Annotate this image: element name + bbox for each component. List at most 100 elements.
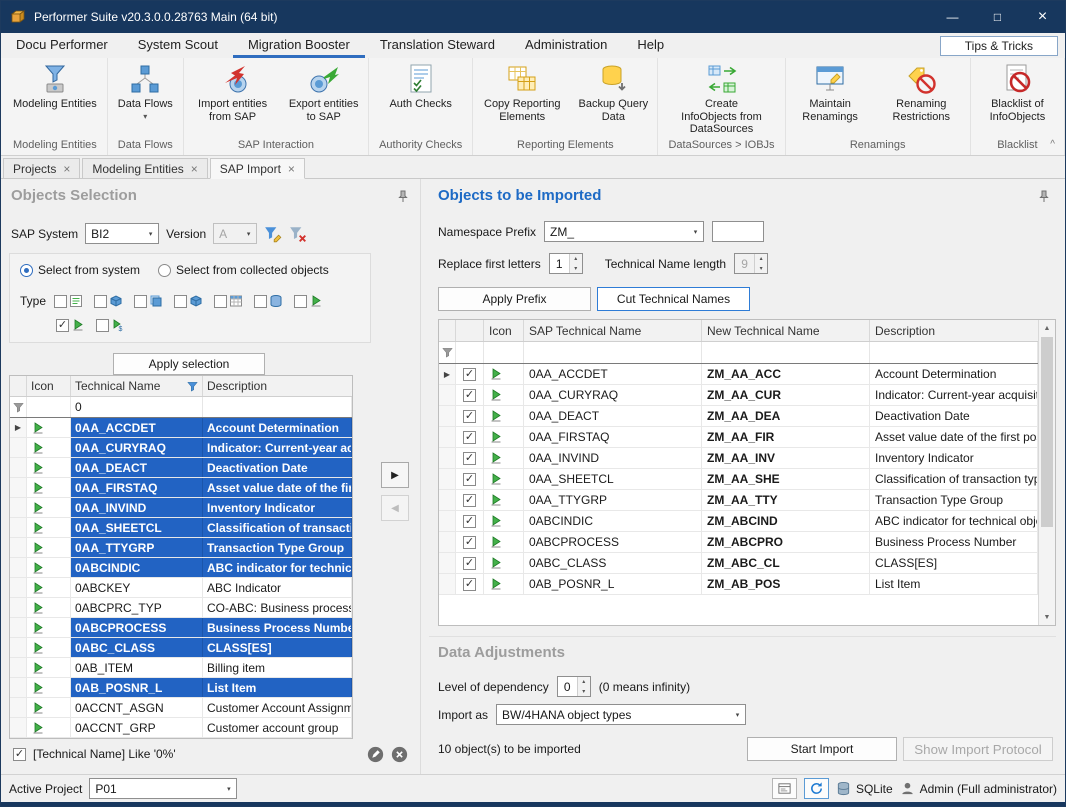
ribbon-item-create-infoobjects-from-datasources[interactable]: Create InfoObjects from DataSources	[675, 60, 769, 136]
description-cell[interactable]: Transaction Type Group	[203, 538, 352, 557]
sap-technical-name-cell[interactable]: 0ABCPROCESS	[524, 532, 702, 552]
sap-technical-name-cell[interactable]: 0AA_ACCDET	[524, 364, 702, 384]
dropdown-arrow-icon[interactable]: ▾	[143, 112, 147, 121]
type-checkbox[interactable]	[294, 295, 307, 308]
selection-table-row[interactable]: 0AA_DEACTDeactivation Date	[10, 458, 352, 478]
description-cell[interactable]: Transaction Type Group	[870, 490, 1038, 510]
cut-technical-names-button[interactable]: Cut Technical Names	[597, 287, 750, 311]
selection-table-row[interactable]: 0ACCNT_GRPCustomer account group	[10, 718, 352, 738]
tab-close-icon[interactable]: ×	[191, 162, 198, 176]
move-right-button[interactable]: ▶	[381, 462, 409, 488]
description-cell[interactable]: ABC indicator for technical object	[870, 511, 1038, 531]
clear-filter-icon[interactable]	[289, 225, 307, 243]
radio-select-from-system[interactable]: Select from system	[20, 263, 140, 277]
filter-name-cell[interactable]: 0	[71, 397, 203, 417]
description-cell[interactable]: Asset value date of the first...	[203, 478, 352, 497]
selection-table-row[interactable]: 0AA_INVINDInventory Indicator	[10, 498, 352, 518]
dependency-spinner[interactable]: 0 ▴▾	[557, 676, 591, 697]
selection-table-row[interactable]: 0AA_FIRSTAQAsset value date of the first…	[10, 478, 352, 498]
ribbon-item-export-entities-to-sap[interactable]: Export entities to SAP	[281, 60, 366, 136]
description-cell[interactable]: Classification of transaction t...	[203, 518, 352, 537]
ribbon-collapse-icon[interactable]: ^	[1050, 139, 1055, 150]
type-checkbox[interactable]	[54, 295, 67, 308]
selection-table-row[interactable]: 0AB_ITEMBilling item	[10, 658, 352, 678]
remove-filter-expression-icon[interactable]	[391, 746, 408, 763]
selection-table-row[interactable]: 0ABCKEYABC Indicator	[10, 578, 352, 598]
ribbon-item-auth-checks[interactable]: Auth Checks	[385, 60, 455, 136]
column-filter-icon[interactable]	[187, 381, 198, 392]
technical-name-cell[interactable]: 0ABCPROCESS	[71, 618, 203, 637]
type-option[interactable]	[56, 318, 85, 332]
import-table-row[interactable]: 0AA_CURYRAQZM_AA_CURIndicator: Current-y…	[439, 385, 1038, 406]
scroll-up-icon[interactable]: ▲	[1039, 320, 1055, 336]
description-cell[interactable]: Indicator: Current-year acquisiti...	[870, 385, 1038, 405]
technical-name-cell[interactable]: 0AA_SHEETCL	[71, 518, 203, 537]
description-cell[interactable]: Deactivation Date	[203, 458, 352, 477]
ribbon-item-import-entities-from-sap[interactable]: Import entities from SAP	[186, 60, 280, 136]
import-table-row[interactable]: 0AA_INVINDZM_AA_INVInventory Indicator	[439, 448, 1038, 469]
ribbon-item-maintain-renamings[interactable]: Maintain Renamings	[788, 60, 873, 136]
import-row-checkbox[interactable]	[463, 536, 476, 549]
technical-name-cell[interactable]: 0ABCINDIC	[71, 558, 203, 577]
type-checkbox[interactable]	[134, 295, 147, 308]
edit-filter-icon[interactable]	[264, 225, 282, 243]
new-technical-name-cell[interactable]: ZM_ABCPRO	[702, 532, 870, 552]
import-row-checkbox[interactable]	[463, 410, 476, 423]
selection-table-row[interactable]: 0ABC_CLASSCLASS[ES]	[10, 638, 352, 658]
technical-name-cell[interactable]: 0AB_ITEM	[71, 658, 203, 677]
import-filter-row[interactable]	[439, 342, 1038, 364]
spinner-down-icon[interactable]: ▾	[578, 687, 590, 697]
new-technical-name-cell[interactable]: ZM_AA_DEA	[702, 406, 870, 426]
selection-table-row[interactable]: 0ABCINDICABC indicator for technical o..…	[10, 558, 352, 578]
description-cell[interactable]: Inventory Indicator	[870, 448, 1038, 468]
import-table-row[interactable]: 0AA_SHEETCLZM_AA_SHEClassification of tr…	[439, 469, 1038, 490]
menu-item-translation-steward[interactable]: Translation Steward	[365, 33, 510, 58]
filter-cell[interactable]	[524, 342, 702, 363]
import-table-row[interactable]: 0ABCPROCESSZM_ABCPROBusiness Process Num…	[439, 532, 1038, 553]
technical-name-cell[interactable]: 0AA_ACCDET	[71, 418, 203, 437]
column-description[interactable]: Description	[203, 376, 352, 396]
import-table-row[interactable]: 0AA_DEACTZM_AA_DEADeactivation Date	[439, 406, 1038, 427]
ribbon-item-data-flows[interactable]: Data Flows▾	[113, 60, 177, 136]
pin-icon[interactable]	[1037, 189, 1051, 203]
vertical-scrollbar[interactable]: ▲ ▼	[1038, 320, 1055, 625]
import-table-row[interactable]: 0ABC_CLASSZM_ABC_CLCLASS[ES]	[439, 553, 1038, 574]
column-sap-technical-name[interactable]: SAP Technical Name	[524, 320, 702, 341]
sap-technical-name-cell[interactable]: 0AA_DEACT	[524, 406, 702, 426]
replace-letters-spinner[interactable]: 1 ▴▾	[549, 253, 583, 274]
import-table-row[interactable]: 0AA_FIRSTAQZM_AA_FIRAsset value date of …	[439, 427, 1038, 448]
type-option[interactable]	[134, 294, 163, 308]
new-technical-name-cell[interactable]: ZM_AA_ACC	[702, 364, 870, 384]
description-cell[interactable]: Business Process Number	[870, 532, 1038, 552]
import-row-checkbox[interactable]	[463, 515, 476, 528]
sap-technical-name-cell[interactable]: 0ABCINDIC	[524, 511, 702, 531]
tab-projects[interactable]: Projects×	[3, 158, 80, 179]
filter-cell[interactable]	[870, 342, 1038, 363]
technical-name-cell[interactable]: 0ABCPRC_TYP	[71, 598, 203, 617]
apply-selection-button[interactable]: Apply selection	[113, 353, 265, 375]
ribbon-item-blacklist-of-infoobjects[interactable]: Blacklist of InfoObjects	[973, 60, 1062, 136]
sap-technical-name-cell[interactable]: 0AA_CURYRAQ	[524, 385, 702, 405]
type-option[interactable]	[214, 294, 243, 308]
technical-name-cell[interactable]: 0AA_CURYRAQ	[71, 438, 203, 457]
type-option[interactable]	[254, 294, 283, 308]
log-window-button[interactable]	[772, 778, 797, 799]
technical-name-cell[interactable]: 0AB_POSNR_L	[71, 678, 203, 697]
description-cell[interactable]: Billing item	[203, 658, 352, 677]
selection-table-row[interactable]: 0ABCPRC_TYPCO-ABC: Business process t...	[10, 598, 352, 618]
technical-name-cell[interactable]: 0AA_TTYGRP	[71, 538, 203, 557]
type-checkbox[interactable]	[96, 319, 109, 332]
selection-table-row[interactable]: 0AA_CURYRAQIndicator: Current-year acqu.…	[10, 438, 352, 458]
import-table-row[interactable]: 0AA_TTYGRPZM_AA_TTYTransaction Type Grou…	[439, 490, 1038, 511]
version-combo[interactable]: A▾	[213, 223, 257, 244]
selection-table-row[interactable]: ▶0AA_ACCDETAccount Determination	[10, 418, 352, 438]
ribbon-item-backup-query-data[interactable]: Backup Query Data	[571, 60, 655, 136]
apply-prefix-button[interactable]: Apply Prefix	[438, 287, 591, 311]
spinner-up-icon[interactable]: ▴	[578, 677, 590, 687]
import-table-row[interactable]: 0ABCINDICZM_ABCINDABC indicator for tech…	[439, 511, 1038, 532]
sap-technical-name-cell[interactable]: 0AA_TTYGRP	[524, 490, 702, 510]
description-cell[interactable]: List Item	[870, 574, 1038, 594]
column-technical-name[interactable]: Technical Name	[71, 376, 203, 396]
menu-item-migration-booster[interactable]: Migration Booster	[233, 33, 365, 58]
selection-table-row[interactable]: 0AA_SHEETCLClassification of transaction…	[10, 518, 352, 538]
